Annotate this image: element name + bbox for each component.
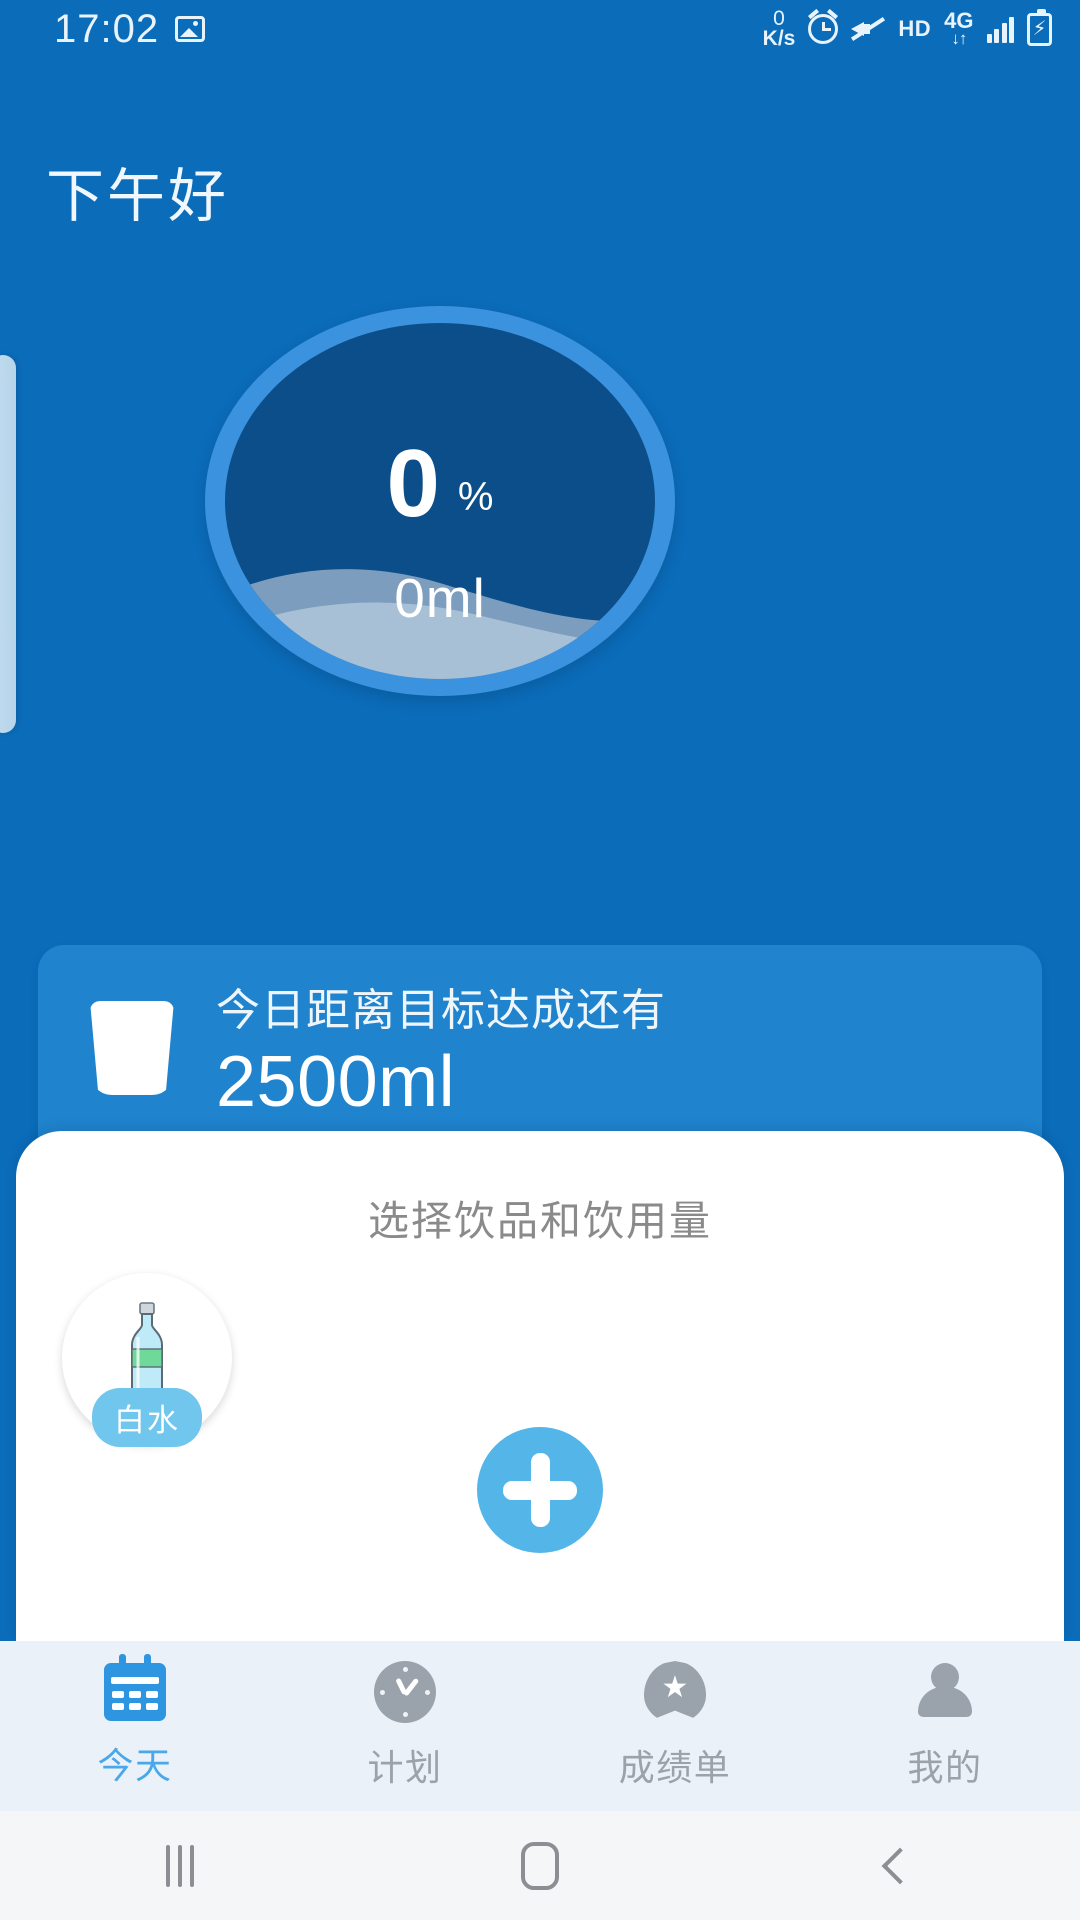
bottom-tab-bar: 今天 计划 ★ 成绩单 我的 [0,1641,1080,1811]
tab-plan[interactable]: 计划 [270,1641,540,1811]
tab-mine[interactable]: 我的 [810,1641,1080,1811]
tab-mine-label: 我的 [907,1747,983,1788]
drink-option-water[interactable]: 白水 [62,1273,232,1447]
app-root: 17:02 0 K/s HD 4G ↓↑ ⚡ 下午好 0 % 0ml 今日距离目… [0,0,1080,1920]
calendar-icon [104,1654,166,1721]
tab-today-label: 今天 [97,1745,173,1786]
recent-apps-icon [166,1844,194,1887]
volume-consumed-text: 0ml [394,567,486,629]
alarm-icon [808,8,839,44]
drink-options-row: 白水 [62,1273,232,1447]
badge-star-icon: ★ [644,1661,706,1723]
percent-value: 0 [386,430,440,537]
water-cup-icon [90,1001,174,1095]
progress-circle-inner: 0 % 0ml [225,323,655,679]
drink-selection-sheet: 选择饮品和饮用量 白水 [16,1131,1064,1641]
goal-card-value: 2500ml [216,1042,456,1123]
greeting-text: 下午好 [46,164,230,229]
back-icon [881,1847,919,1884]
edge-panel-handle[interactable] [0,355,16,733]
goal-card-label: 今日距离目标达成还有 [216,986,666,1035]
status-clock: 17:02 [54,7,160,51]
person-icon [914,1661,976,1723]
mute-icon [851,15,886,43]
home-icon [521,1841,559,1890]
tab-report-label: 成绩单 [618,1747,732,1788]
hd-icon: HD [898,16,932,41]
4g-icon: 4G ↓↑ [944,10,973,49]
network-speed-indicator: 0 K/s [762,7,796,50]
water-progress-circle[interactable]: 0 % 0ml [205,306,675,696]
network-speed-unit: K/s [762,27,796,50]
network-speed-value: 0 [773,7,785,31]
sheet-title: 选择饮品和饮用量 [368,1198,712,1244]
percent-display: 0 % [225,430,655,537]
status-bar-left: 17:02 [54,7,206,51]
data-transfer-arrows-icon: ↓↑ [951,29,967,49]
goal-card-text: 今日距离目标达成还有 2500ml [216,986,666,1124]
clock-icon [374,1661,436,1723]
signal-bars-icon [986,15,1014,43]
percent-symbol: % [457,474,494,519]
recent-apps-button[interactable] [0,1844,360,1887]
back-button[interactable] [720,1847,1080,1884]
photo-icon [175,16,206,42]
status-bar-right: 0 K/s HD 4G ↓↑ ⚡ [762,7,1052,50]
system-navigation-bar [0,1811,1080,1920]
goal-remaining-card[interactable]: 今日距离目标达成还有 2500ml [38,945,1042,1160]
status-bar: 17:02 0 K/s HD 4G ↓↑ ⚡ [0,0,1080,58]
home-button[interactable] [360,1841,720,1890]
tab-today[interactable]: 今天 [0,1641,270,1811]
drink-option-label: 白水 [92,1388,202,1447]
plus-icon-vertical [530,1453,550,1527]
tab-plan-label: 计划 [367,1747,443,1788]
tab-report[interactable]: ★ 成绩单 [540,1641,810,1811]
battery-charging-icon: ⚡ [1027,8,1052,46]
add-water-button[interactable] [477,1427,603,1553]
